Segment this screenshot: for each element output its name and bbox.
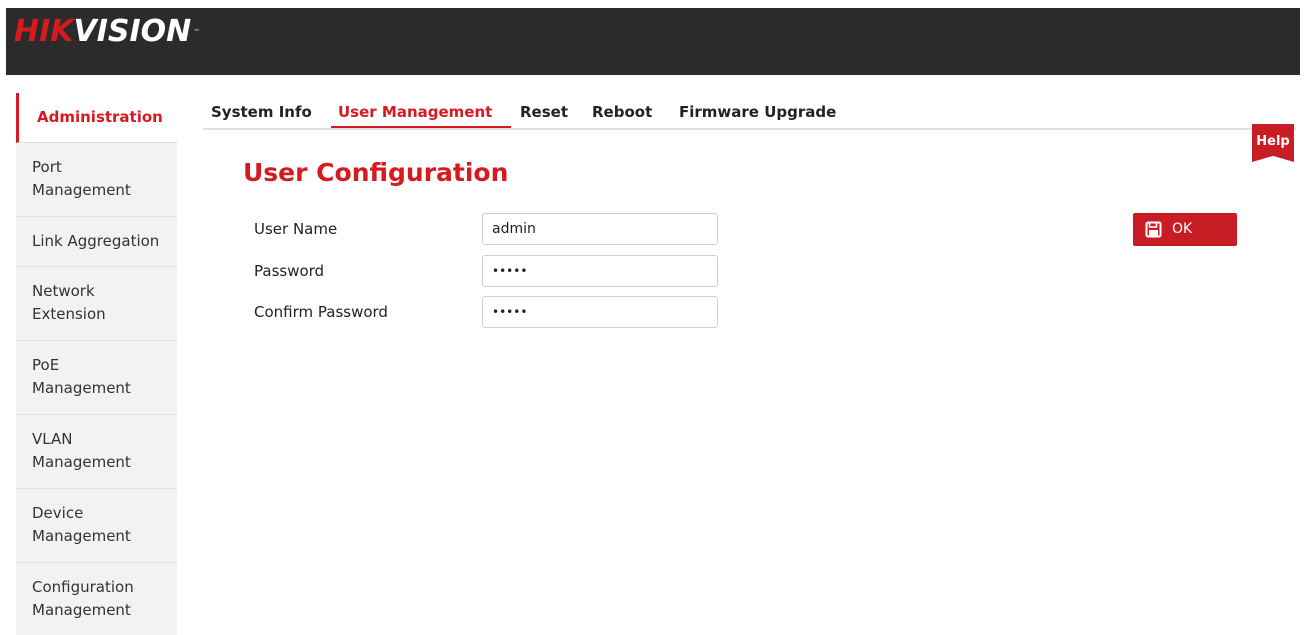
sidebar-item-poe-management[interactable]: PoE Management bbox=[16, 341, 177, 415]
help-button[interactable]: Help bbox=[1252, 124, 1294, 162]
user-name-label: User Name bbox=[254, 220, 338, 238]
top-header-bar: HIKVISION ™ bbox=[6, 8, 1300, 75]
confirm-password-label: Confirm Password bbox=[254, 303, 388, 321]
sidebar-item-label: Port Management bbox=[32, 158, 131, 199]
tab-reboot[interactable]: Reboot bbox=[592, 100, 652, 124]
sidebar-item-label: Administration bbox=[37, 108, 163, 126]
sidebar-item-label: PoE Management bbox=[32, 356, 131, 397]
sidebar-item-port-management[interactable]: Port Management bbox=[16, 143, 177, 217]
page-title: User Configuration bbox=[243, 158, 509, 187]
tab-user-management[interactable]: User Management bbox=[338, 100, 492, 124]
sidebar-item-configuration-management[interactable]: Configuration Management bbox=[16, 563, 177, 635]
ok-button[interactable]: OK bbox=[1133, 213, 1237, 246]
sidebar-item-device-management[interactable]: Device Management bbox=[16, 489, 177, 563]
logo-text-hik: HIK bbox=[14, 14, 74, 49]
hikvision-logo: HIKVISION ™ bbox=[14, 12, 200, 52]
confirm-password-input[interactable]: ••••• bbox=[482, 296, 718, 328]
sidebar-item-label: Configuration Management bbox=[32, 578, 134, 619]
sidebar-item-network-extension[interactable]: Network Extension bbox=[16, 267, 177, 341]
password-input[interactable]: ••••• bbox=[482, 255, 718, 287]
password-label: Password bbox=[254, 262, 325, 280]
active-tab-indicator bbox=[331, 126, 511, 128]
tab-system-info[interactable]: System Info bbox=[211, 100, 312, 124]
sidebar-item-link-aggregation[interactable]: Link Aggregation bbox=[16, 217, 177, 267]
sidebar-item-label: Device Management bbox=[32, 504, 131, 545]
logo-text-vision: VISION bbox=[73, 14, 192, 49]
tab-reset[interactable]: Reset bbox=[520, 100, 568, 124]
sidebar-nav: Administration Port Management Link Aggr… bbox=[16, 93, 177, 635]
sidebar-item-label: Network Extension bbox=[32, 282, 106, 323]
user-name-input[interactable]: admin bbox=[482, 213, 718, 245]
sidebar-item-label: Link Aggregation bbox=[32, 232, 160, 250]
sidebar-item-label: VLAN Management bbox=[32, 430, 131, 471]
logo-trademark: ™ bbox=[193, 28, 201, 36]
tab-firmware-upgrade[interactable]: Firmware Upgrade bbox=[679, 100, 836, 124]
save-icon bbox=[1145, 221, 1162, 238]
ok-button-label: OK bbox=[1172, 221, 1193, 237]
sidebar-item-administration[interactable]: Administration bbox=[16, 93, 177, 143]
tab-bar: System Info User Management Reset Reboot… bbox=[203, 98, 1296, 130]
sidebar-item-vlan-management[interactable]: VLAN Management bbox=[16, 415, 177, 489]
